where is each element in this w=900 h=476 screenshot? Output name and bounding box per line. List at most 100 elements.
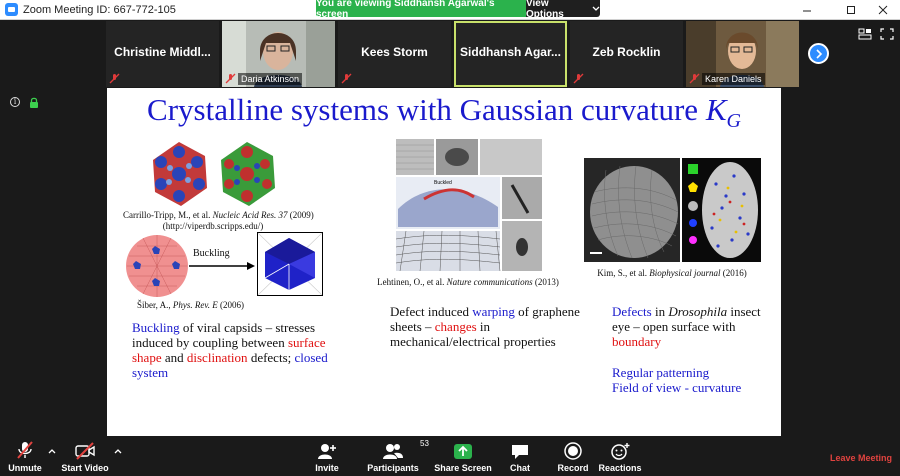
participant-tile[interactable]: Christine Middl... xyxy=(106,21,219,87)
invite-icon xyxy=(318,444,336,459)
buckled-inner-label: Buckled xyxy=(434,180,452,186)
text-and: and xyxy=(161,350,187,365)
record-icon xyxy=(564,442,582,460)
zoom-window: Zoom Meeting ID: 667-772-105 You are vie… xyxy=(0,0,900,476)
video-off-icon xyxy=(75,442,95,460)
text-in: in xyxy=(651,304,669,319)
view-options-label: View Options xyxy=(526,0,564,20)
participant-strip: Christine Middl... Daria Atkinson Kees S… xyxy=(106,21,808,87)
drosophila-citation: Kim, S., et al. Biophysical journal (201… xyxy=(577,268,767,278)
graphene-figure: Buckled xyxy=(394,137,544,273)
participant-tile[interactable]: Daria Atkinson xyxy=(222,21,335,87)
participant-name: Karen Daniels xyxy=(702,73,765,85)
chat-button[interactable]: Chat xyxy=(506,437,534,476)
capsid-description: Buckling of viral capsids – stresses ind… xyxy=(132,320,332,380)
maximize-icon[interactable] xyxy=(834,0,868,20)
audio-options-chevron-icon[interactable] xyxy=(48,448,56,454)
participant-name: Siddhansh Agar... xyxy=(460,45,561,59)
regular-patterning-text: Regular patterning xyxy=(612,365,710,380)
unmute-label: Unmute xyxy=(8,463,42,473)
drosophila-description: Defects in Drosophila insect eye – open … xyxy=(612,304,772,349)
participant-tile[interactable]: Zeb Rocklin xyxy=(570,21,683,87)
window-title: Zoom Meeting ID: 667-772-105 xyxy=(23,3,176,16)
video-options-chevron-icon[interactable] xyxy=(114,448,122,454)
microphone-muted-icon xyxy=(689,73,700,84)
shared-screen-slide: Crystalline systems with Gaussian curvat… xyxy=(107,88,781,436)
participants-label: Participants xyxy=(367,463,419,473)
meeting-toolbar: Unmute Start Video Invite 53 Participant… xyxy=(0,437,900,476)
next-page-button[interactable] xyxy=(808,43,829,64)
close-icon[interactable] xyxy=(866,0,900,20)
text-defect-induced: Defect induced xyxy=(390,304,473,319)
info-icon[interactable]: i xyxy=(10,97,20,107)
participants-count: 53 xyxy=(420,439,429,448)
participants-icon xyxy=(383,444,403,459)
participant-name: Daria Atkinson xyxy=(238,73,303,85)
lock-icon[interactable] xyxy=(29,97,39,108)
participant-name: Kees Storm xyxy=(361,45,428,59)
participant-tile-active-speaker[interactable]: Siddhansh Agar... xyxy=(454,21,567,87)
graphene-description: Defect induced warping of graphene sheet… xyxy=(390,304,580,349)
citation-authors: Šiber, A., xyxy=(137,300,173,310)
record-label: Record xyxy=(557,463,589,473)
text-disclination: disclination xyxy=(186,350,248,365)
reactions-button[interactable]: Reactions xyxy=(598,437,642,476)
viral-capsid-figures xyxy=(153,142,275,206)
start-video-button[interactable]: Start Video xyxy=(61,437,109,476)
slide-title-symbol: K xyxy=(705,92,727,127)
chat-icon xyxy=(512,445,528,459)
reactions-icon xyxy=(611,443,630,460)
participant-tile[interactable]: Kees Storm xyxy=(338,21,451,87)
microphone-muted-icon xyxy=(109,73,120,84)
participant-name: Christine Middl... xyxy=(114,45,211,59)
text-changes: changes xyxy=(434,319,477,334)
microphone-muted-icon xyxy=(341,73,352,84)
text-boundary: boundary xyxy=(612,334,662,349)
text-drosophila: Drosophila xyxy=(668,304,728,319)
share-screen-icon xyxy=(454,444,472,459)
participants-button[interactable]: 53 Participants xyxy=(366,437,429,476)
zoom-icon xyxy=(5,3,18,16)
siber-citation: Šiber, A., Phys. Rev. E (2006) xyxy=(137,300,244,310)
slide-title-subscript: G xyxy=(726,110,741,133)
participant-name: Zeb Rocklin xyxy=(592,45,661,59)
microphone-muted-icon xyxy=(225,73,236,84)
citation-authors: Lehtinen, O., et al. xyxy=(377,277,447,287)
reactions-label: Reactions xyxy=(598,463,642,473)
chat-label: Chat xyxy=(510,463,530,473)
capsid-citation: Carrillo-Tripp, M., et al. Nucleic Acid … xyxy=(123,210,314,220)
invite-button[interactable]: Invite xyxy=(308,437,346,476)
chevron-down-icon xyxy=(592,6,600,11)
citation-journal: Nucleic Acid Res. 37 xyxy=(212,210,288,220)
citation-journal: Nature communications xyxy=(446,277,533,287)
minimize-icon[interactable] xyxy=(790,0,824,20)
citation-authors: Carrillo-Tripp, M., et al. xyxy=(123,210,213,220)
fullscreen-icon[interactable] xyxy=(880,28,894,40)
text-defects: Defects xyxy=(612,304,652,319)
share-screen-label: Share Screen xyxy=(434,463,492,473)
slide-title: Crystalline systems with Gaussian curvat… xyxy=(107,92,781,133)
leave-meeting-button[interactable]: Leave Meeting xyxy=(830,453,892,463)
unmute-button[interactable]: Unmute xyxy=(6,437,44,476)
buckled-icosahedron-figure xyxy=(257,232,323,296)
citation-year: (2009) xyxy=(287,210,314,220)
slide-title-text: Crystalline systems with Gaussian curvat… xyxy=(147,92,706,127)
gallery-view-icon[interactable] xyxy=(858,28,872,40)
buckling-label: Buckling xyxy=(193,248,230,259)
view-options-button[interactable]: View Options xyxy=(526,0,600,20)
buckling-arrow xyxy=(189,262,255,270)
field-of-view-text: Field of view - curvature xyxy=(612,380,742,395)
record-button[interactable]: Record xyxy=(556,437,590,476)
capsid-url: (http://viperdb.scripps.edu/) xyxy=(162,221,264,231)
microphone-muted-icon xyxy=(573,73,584,84)
text-defects: defects; xyxy=(247,350,295,365)
citation-year: (2016) xyxy=(720,268,747,278)
microphone-muted-icon xyxy=(17,441,33,459)
share-screen-button[interactable]: Share Screen xyxy=(434,437,492,476)
participant-tile[interactable]: Karen Daniels xyxy=(686,21,799,87)
start-video-label: Start Video xyxy=(61,463,109,473)
chevron-right-icon xyxy=(815,48,822,59)
citation-year: (2013) xyxy=(532,277,559,287)
viewing-banner: You are viewing Siddhansh Agarwal's scre… xyxy=(316,0,600,20)
capsid-sphere-figure xyxy=(126,235,188,297)
